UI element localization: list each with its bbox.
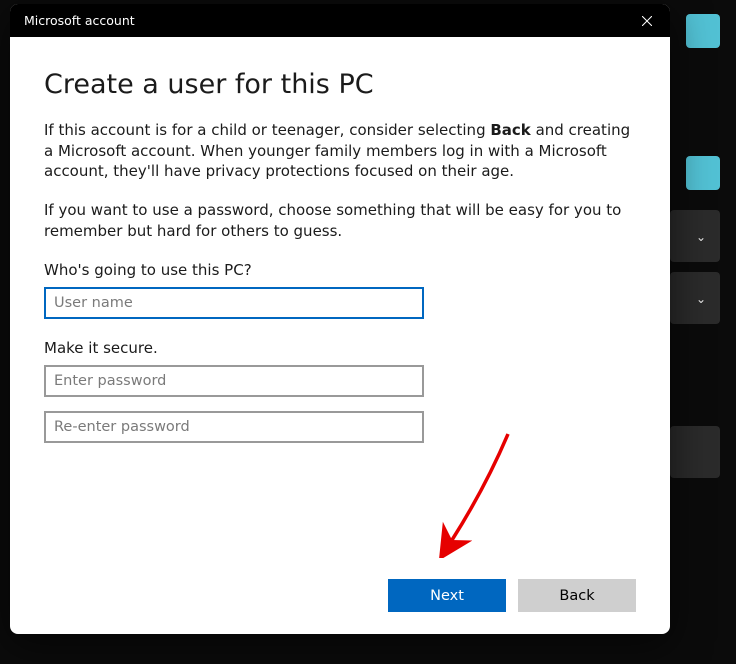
window-title: Microsoft account [24, 13, 624, 28]
titlebar: Microsoft account [10, 4, 670, 37]
para1-bold: Back [490, 121, 530, 139]
back-button[interactable]: Back [518, 579, 636, 612]
button-row: Next Back [388, 579, 636, 612]
microsoft-account-dialog: Microsoft account Create a user for this… [10, 4, 670, 634]
intro-paragraph-1: If this account is for a child or teenag… [44, 120, 634, 182]
close-icon [642, 16, 652, 26]
page-title: Create a user for this PC [44, 69, 636, 100]
para1-pre: If this account is for a child or teenag… [44, 121, 490, 139]
chevron-down-icon: ⌄ [696, 292, 706, 306]
bg-tile-accent-1 [686, 14, 720, 48]
bg-tile-accent-2 [686, 156, 720, 190]
username-input[interactable] [44, 287, 424, 319]
next-button[interactable]: Next [388, 579, 506, 612]
who-label: Who's going to use this PC? [44, 261, 636, 279]
intro-paragraph-2: If you want to use a password, choose so… [44, 200, 634, 241]
bg-expander-3 [670, 426, 720, 478]
secure-label: Make it secure. [44, 339, 636, 357]
close-button[interactable] [624, 4, 670, 37]
confirm-password-input[interactable] [44, 411, 424, 443]
password-input[interactable] [44, 365, 424, 397]
dialog-content: Create a user for this PC If this accoun… [10, 37, 670, 634]
chevron-down-icon: ⌄ [696, 230, 706, 244]
